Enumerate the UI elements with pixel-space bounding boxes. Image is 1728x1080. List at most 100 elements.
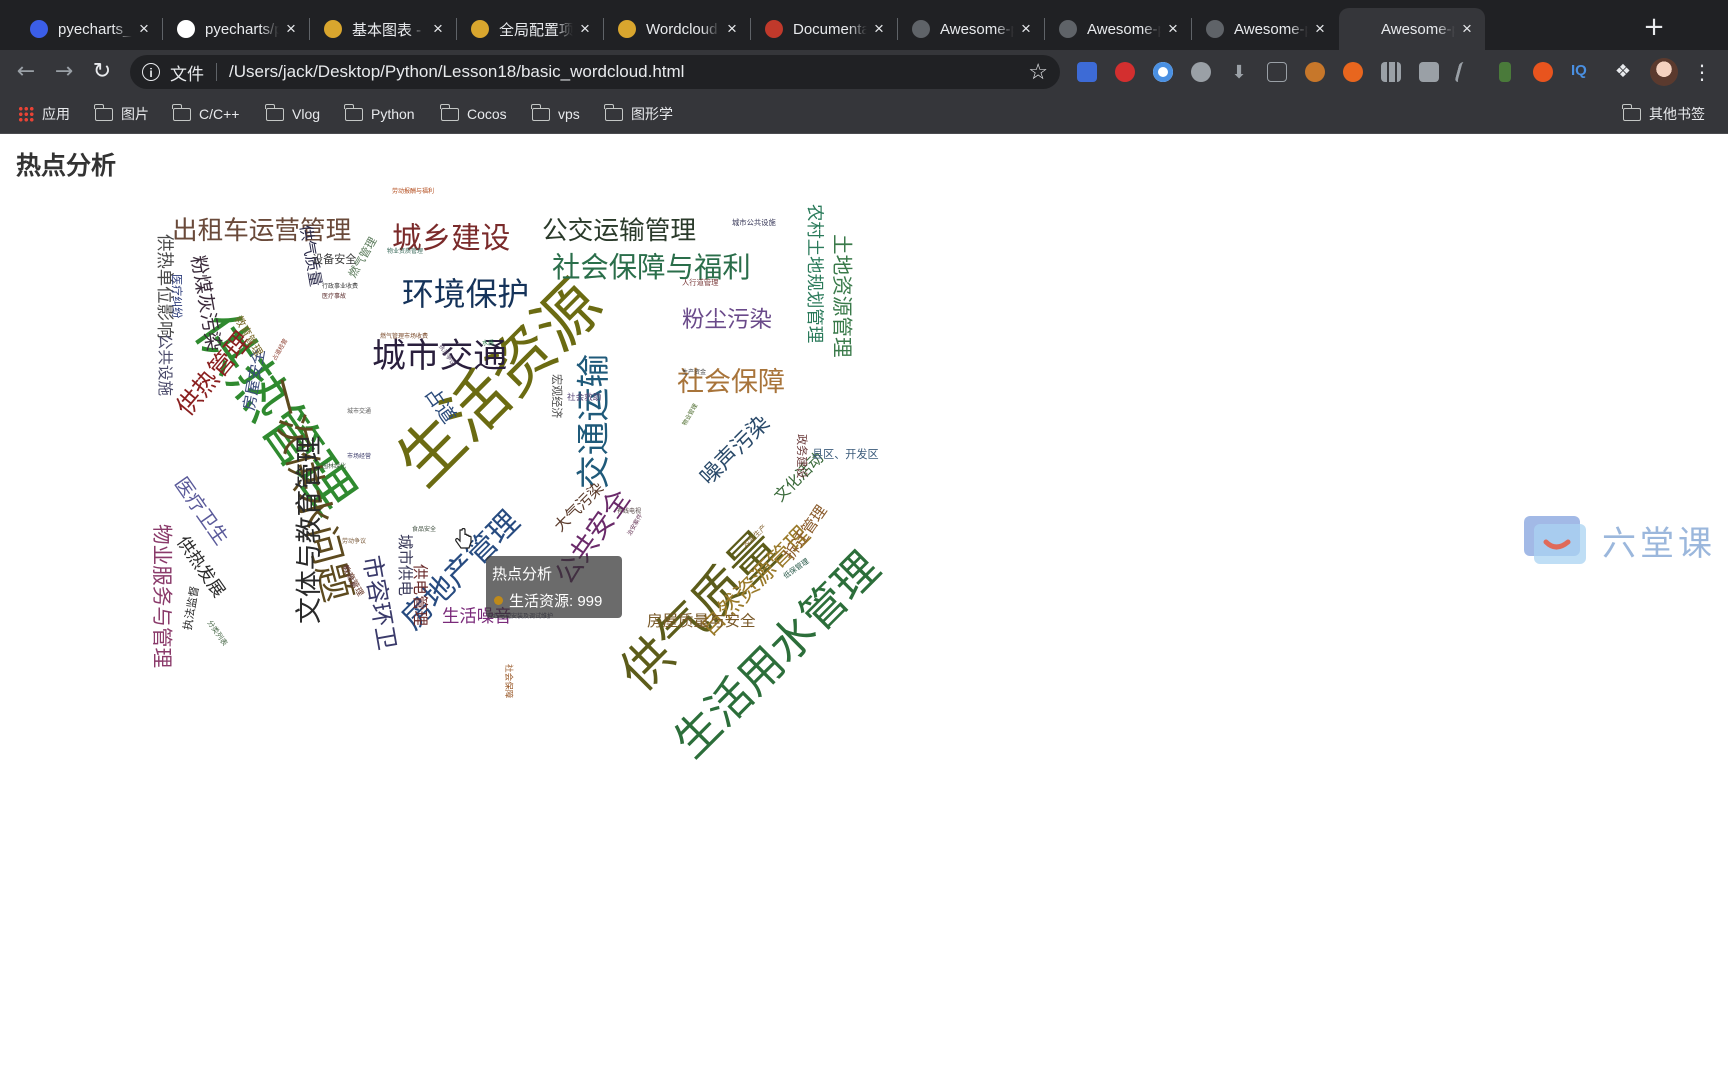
extension-s-icon[interactable] bbox=[1343, 62, 1363, 82]
extension-cursor-icon[interactable] bbox=[1454, 62, 1483, 82]
bookmark-folder[interactable]: Python bbox=[344, 103, 415, 125]
wordcloud-word[interactable]: 文体与教育管理 bbox=[294, 436, 325, 624]
wordcloud-word[interactable]: 政务建设 bbox=[795, 434, 808, 478]
browser-tab[interactable]: Awesome-p × bbox=[1339, 8, 1485, 50]
back-arrow-icon[interactable]: ← bbox=[12, 58, 40, 86]
reload-icon[interactable]: ↻ bbox=[88, 58, 116, 86]
wordcloud-word[interactable]: 执法监督 bbox=[181, 585, 202, 631]
browser-tab[interactable]: Awesome-p × bbox=[1192, 8, 1338, 50]
extension-stat-icon[interactable] bbox=[1305, 62, 1325, 82]
extension-circle-icon[interactable] bbox=[1153, 62, 1173, 82]
wordcloud-word[interactable]: 物业服务与管理 bbox=[150, 524, 174, 668]
extension-bars-icon[interactable] bbox=[1381, 62, 1401, 82]
wordcloud-word[interactable]: 社会保障 bbox=[503, 664, 513, 698]
extension-gray-circle-icon[interactable] bbox=[1191, 62, 1211, 82]
close-tab-icon[interactable]: × bbox=[283, 19, 299, 39]
wordcloud-word[interactable]: 环境保护 bbox=[402, 279, 529, 311]
globe-icon bbox=[1059, 20, 1077, 38]
wordcloud-word[interactable]: 城市公共设施 bbox=[732, 219, 776, 227]
browser-tab[interactable]: Awesome-p × bbox=[898, 8, 1044, 50]
wordcloud-word[interactable]: 劳动争议 bbox=[342, 539, 366, 545]
close-tab-icon[interactable]: × bbox=[1459, 19, 1475, 39]
wordcloud-word[interactable]: 分类列表 bbox=[205, 618, 229, 647]
bookmark-folder[interactable]: vps bbox=[531, 103, 580, 125]
browser-tab[interactable]: pyecharts_E× bbox=[16, 8, 162, 50]
extension-infinity-icon[interactable] bbox=[1533, 62, 1553, 82]
wordcloud-word[interactable]: 生产资金 bbox=[682, 370, 706, 376]
wordcloud-word[interactable]: 食品安全 bbox=[412, 527, 436, 533]
bookmark-folder[interactable]: C/C++ bbox=[172, 103, 239, 125]
wordcloud-word[interactable]: 农村土地规划管理 bbox=[804, 204, 824, 343]
wordcloud-word[interactable]: 行政事业收费 bbox=[322, 284, 358, 290]
new-tab-button[interactable]: + bbox=[1640, 13, 1668, 41]
close-tab-icon[interactable]: × bbox=[871, 19, 887, 39]
close-tab-icon[interactable]: × bbox=[577, 19, 593, 39]
address-bar[interactable]: i 文件 /Users/jack/Desktop/Python/Lesson18… bbox=[130, 55, 1060, 89]
browser-tab[interactable]: 全局配置项 -× bbox=[457, 8, 603, 50]
close-tab-icon[interactable]: × bbox=[724, 19, 740, 39]
bookmark-star-icon[interactable]: ☆ bbox=[1028, 59, 1048, 85]
close-tab-icon[interactable]: × bbox=[1165, 19, 1181, 39]
browser-tab[interactable]: Awesome-p × bbox=[1045, 8, 1191, 50]
extension-hand-icon[interactable] bbox=[1115, 62, 1135, 82]
wordcloud-word[interactable]: 城市交通 bbox=[347, 409, 371, 415]
bookmark-folder[interactable]: Cocos bbox=[440, 103, 507, 125]
wordcloud-word[interactable]: 治安案件 bbox=[626, 513, 644, 537]
wordcloud-word[interactable]: 粉尘污染 bbox=[682, 309, 772, 332]
wordcloud-word[interactable]: 占道经营 bbox=[271, 338, 289, 362]
extension-bottle-icon[interactable] bbox=[1499, 62, 1511, 82]
browser-tab[interactable]: Documentat × bbox=[751, 8, 897, 50]
wordcloud-word[interactable]: 有线电视 bbox=[617, 509, 641, 515]
extension-iq-icon[interactable]: IQ bbox=[1571, 62, 1591, 82]
wordcloud-word[interactable]: 人行道管理 bbox=[682, 279, 718, 287]
wordcloud-word[interactable]: 宏观经济 bbox=[550, 374, 563, 418]
wordcloud-word[interactable]: 交通运输 bbox=[574, 354, 613, 489]
bookmark-folder[interactable]: 图形学 bbox=[604, 103, 673, 125]
wordcloud-word[interactable]: 水质 bbox=[482, 341, 494, 347]
wordcloud-word[interactable]: 公共设施 bbox=[156, 334, 174, 396]
close-tab-icon[interactable]: × bbox=[1018, 19, 1034, 39]
browser-tab[interactable]: 基本图表 - p × bbox=[310, 8, 456, 50]
wordcloud-word[interactable]: 物业管理 bbox=[681, 403, 699, 427]
folder-icon bbox=[604, 103, 623, 121]
wordcloud-word[interactable]: 城市供电 bbox=[396, 534, 414, 596]
wordcloud-word[interactable]: 医疗纠纷 bbox=[170, 274, 183, 318]
wordcloud-word[interactable]: 燃气管理市场收费 bbox=[380, 334, 428, 340]
bookmark-folder[interactable]: 图片 bbox=[94, 103, 149, 125]
wordcloud-word[interactable]: 出租车运营管理 bbox=[172, 218, 351, 245]
address-url[interactable]: /Users/jack/Desktop/Python/Lesson18/basi… bbox=[229, 62, 684, 82]
wordcloud-word[interactable]: 物业资质管理 bbox=[387, 249, 423, 255]
wordcloud-word[interactable]: 园林绿化 bbox=[322, 464, 346, 470]
wordcloud-word[interactable]: 医疗事故 bbox=[322, 294, 346, 300]
extensions-puzzle-icon[interactable]: ❖ bbox=[1613, 62, 1633, 82]
wordcloud-word[interactable]: 市场经营 bbox=[347, 454, 371, 460]
forward-arrow-icon[interactable]: → bbox=[50, 58, 78, 86]
browser-tab[interactable]: Wordcloud - × bbox=[604, 8, 750, 50]
wordcloud-word[interactable]: 劳动报酬与福利 bbox=[392, 189, 434, 195]
bookmark-apps[interactable]: 应用 bbox=[18, 103, 70, 125]
info-icon[interactable]: i bbox=[142, 63, 160, 81]
wordcloud-word[interactable]: 社会救助 bbox=[567, 394, 601, 403]
wordcloud-word[interactable]: 噪声污染 bbox=[696, 411, 775, 490]
bookmark-other[interactable]: 其他书签 bbox=[1622, 103, 1705, 125]
extension-js-icon[interactable] bbox=[1419, 62, 1439, 82]
wordcloud-word[interactable]: 社会保障与福利 bbox=[552, 253, 751, 282]
extension-download-icon[interactable]: ⬇ bbox=[1229, 62, 1249, 83]
wordcloud-word[interactable]: 房屋质量与安全 bbox=[647, 613, 756, 630]
wordcloud-word[interactable]: 设备安全 bbox=[312, 254, 356, 265]
wordcloud-word[interactable]: 县区、开发区 bbox=[812, 449, 879, 460]
wordcloud-chart[interactable]: 生活资源 供热管理 供气质量 生活用水管理 一次供水问题 交通运输 城市交通 环境保护 房地产管… bbox=[150, 189, 932, 768]
close-tab-icon[interactable]: × bbox=[1312, 19, 1328, 39]
close-tab-icon[interactable]: × bbox=[430, 19, 446, 39]
browser-menu-icon[interactable]: ⋮ bbox=[1692, 58, 1712, 86]
wordcloud-word[interactable]: 土地资源管理 bbox=[830, 234, 854, 358]
bookmark-folder[interactable]: Vlog bbox=[265, 103, 320, 125]
browser-tab[interactable]: pyecharts/p × bbox=[163, 8, 309, 50]
profile-avatar[interactable] bbox=[1650, 58, 1678, 86]
extension-glasses-icon[interactable] bbox=[1267, 62, 1287, 82]
wordcloud-word[interactable]: 公交运输管理 bbox=[542, 218, 696, 245]
wordcloud-word[interactable]: 供电管理 bbox=[411, 564, 429, 626]
extension-arrow-icon[interactable] bbox=[1077, 62, 1097, 82]
wordcloud-word[interactable]: 市容环卫 bbox=[357, 553, 401, 652]
close-tab-icon[interactable]: × bbox=[136, 19, 152, 39]
